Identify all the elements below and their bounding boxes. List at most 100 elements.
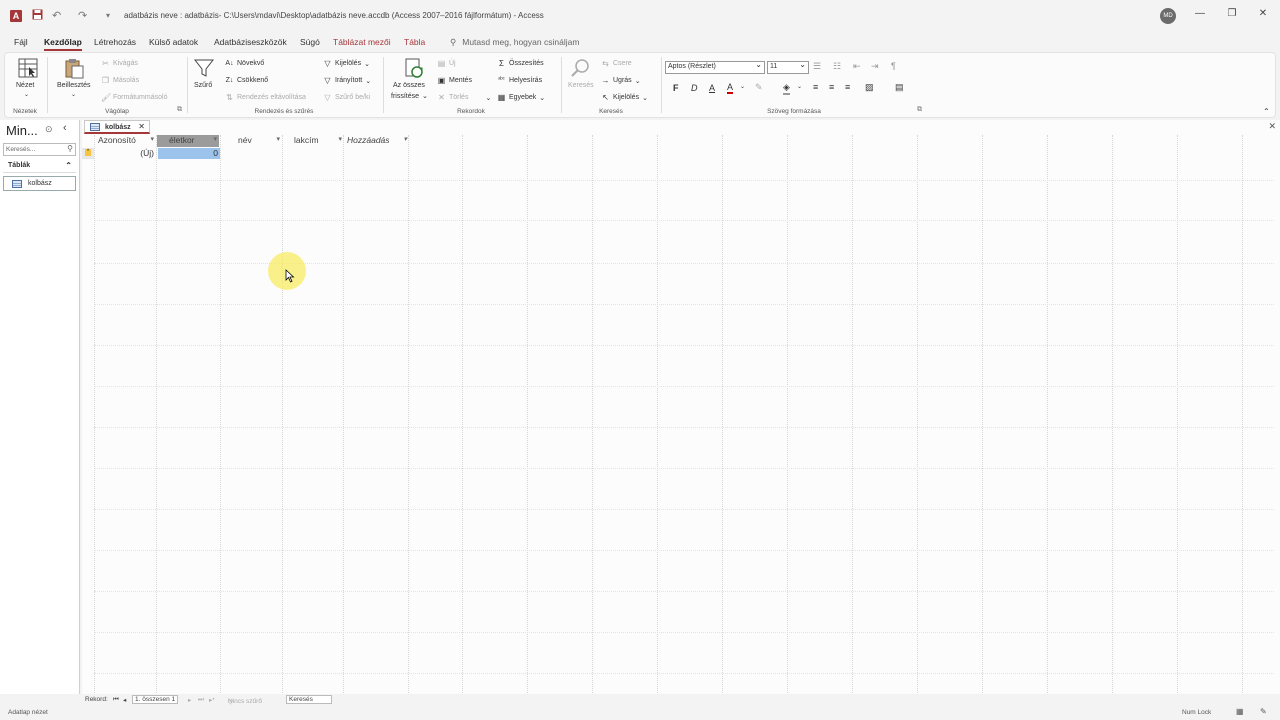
highlight-icon[interactable]: ✎: [755, 82, 763, 93]
tab-home[interactable]: Kezdőlap: [44, 37, 82, 51]
nav-menu-icon[interactable]: ⊙: [45, 124, 53, 135]
copy-button[interactable]: ❐ Másolás: [101, 76, 139, 85]
nav-pane-title[interactable]: Min...: [6, 123, 38, 138]
totals-button[interactable]: Σ Összesítés: [497, 59, 544, 68]
column-header-age[interactable]: életkor ▾: [157, 135, 219, 147]
paste-icon[interactable]: [63, 57, 85, 79]
chevron-up-icon[interactable]: ⌃: [65, 161, 72, 170]
align-right-icon[interactable]: ≡: [845, 82, 850, 92]
last-record-icon[interactable]: ⏭: [198, 696, 204, 704]
column-dropdown-icon[interactable]: ▾: [338, 135, 342, 143]
more-button[interactable]: ▦ Egyebek ⌄: [497, 93, 545, 102]
column-header-id[interactable]: Azonosító ▾: [98, 135, 156, 147]
cell-age-new[interactable]: 0: [158, 148, 220, 159]
collapse-ribbon-icon[interactable]: ⌃: [1263, 107, 1270, 116]
text-formatting-launcher-icon[interactable]: ⧉: [917, 106, 922, 114]
font-color-icon[interactable]: A: [727, 82, 734, 94]
select-button[interactable]: ↖ Kijelölés ⌄: [601, 93, 648, 102]
refresh-all-button[interactable]: frissítése ⌄: [391, 92, 428, 101]
tab-help[interactable]: Súgó: [300, 37, 320, 47]
paste-button[interactable]: Beillesztés: [57, 82, 90, 89]
refresh-all-line1[interactable]: Az összes: [393, 82, 425, 89]
column-dropdown-icon[interactable]: ▾: [403, 135, 407, 143]
chevron-down-icon[interactable]: ⌄: [740, 83, 745, 90]
decrease-indent-icon[interactable]: ⇤: [853, 61, 861, 72]
font-size-select[interactable]: 11: [767, 60, 809, 74]
nav-section-tables[interactable]: Táblák ⌃: [3, 161, 76, 173]
customize-qat-icon[interactable]: ▾: [106, 11, 110, 20]
previous-record-icon[interactable]: ◂: [123, 696, 126, 704]
italic-button[interactable]: D: [691, 83, 698, 93]
close-tab-icon[interactable]: ✕: [138, 122, 145, 131]
numbering-icon[interactable]: ☷: [833, 61, 841, 72]
cut-button[interactable]: ✂ Kivágás: [101, 59, 138, 68]
save-record-button[interactable]: ▣ Mentés: [437, 76, 472, 85]
shutter-bar-close-icon[interactable]: ‹: [63, 122, 67, 134]
tab-external-data[interactable]: Külső adatok: [149, 37, 198, 47]
view-icon[interactable]: [17, 57, 39, 79]
save-icon[interactable]: [32, 9, 43, 23]
background-color-icon[interactable]: ◈: [783, 82, 790, 95]
paragraph-direction-icon[interactable]: ¶: [891, 61, 896, 71]
replace-button[interactable]: ⇆ Csere: [601, 59, 632, 68]
align-left-icon[interactable]: ≡: [813, 82, 818, 92]
view-button[interactable]: Nézet: [16, 82, 34, 89]
align-center-icon[interactable]: ≡: [829, 82, 834, 92]
nav-item-table[interactable]: kolbász: [3, 176, 76, 191]
view-dropdown-icon[interactable]: ⌄: [24, 91, 29, 98]
bold-button[interactable]: F: [673, 83, 679, 93]
first-record-icon[interactable]: ⏮: [113, 696, 119, 704]
toggle-filter-button[interactable]: ▽ Szűrő be/ki: [323, 93, 370, 102]
remove-sort-button[interactable]: ⇅ Rendezés eltávolítása: [225, 93, 306, 102]
current-record-field[interactable]: 1. összesen 1: [132, 695, 179, 704]
selection-button[interactable]: ▽ Kijelölés ⌄: [323, 59, 370, 68]
column-header-address[interactable]: lakcím ▾: [282, 135, 344, 147]
nav-search-input[interactable]: Keresés... ⚲: [3, 143, 76, 156]
gridlines-icon[interactable]: ▨: [865, 82, 874, 93]
tab-table[interactable]: Tábla: [404, 37, 425, 47]
find-button[interactable]: Keresés: [568, 82, 594, 89]
alternate-row-color-icon[interactable]: ▤: [895, 82, 904, 93]
column-header-add-field[interactable]: Hozzáadás ▾: [345, 135, 409, 147]
format-painter-button[interactable]: 🖌 Formátummásoló: [101, 93, 167, 102]
next-record-icon[interactable]: ▸: [188, 696, 191, 704]
user-avatar[interactable]: MD: [1160, 8, 1176, 24]
spelling-button[interactable]: ᵃᵇᶜ Helyesírás: [497, 76, 542, 85]
paste-dropdown-icon[interactable]: ⌄: [71, 91, 76, 98]
chevron-down-icon[interactable]: ⌄: [797, 83, 802, 90]
close-icon[interactable]: ✕: [1255, 8, 1271, 19]
bullets-icon[interactable]: ☰: [813, 61, 821, 72]
cell-id-new[interactable]: (Új): [96, 148, 156, 159]
delete-record-button[interactable]: ✕ Törlés ⌄: [437, 93, 491, 102]
design-view-icon[interactable]: ✎: [1260, 707, 1267, 716]
font-family-select[interactable]: Aptos (Részlet): [665, 60, 765, 74]
column-dropdown-icon[interactable]: ▾: [213, 135, 217, 143]
tab-create[interactable]: Létrehozás: [94, 37, 136, 47]
descending-button[interactable]: Z↓ Csökkenő: [225, 76, 269, 85]
tab-file[interactable]: Fájl: [14, 37, 28, 47]
redo-icon[interactable]: ↷: [78, 9, 87, 22]
undo-icon[interactable]: ↶: [52, 9, 61, 22]
close-document-icon[interactable]: ✕: [1268, 121, 1276, 132]
goto-button[interactable]: → Ugrás ⌄: [601, 76, 641, 85]
ascending-button[interactable]: A↓ Növekvő: [225, 59, 264, 68]
tab-table-fields[interactable]: Táblázat mezői: [333, 37, 391, 47]
increase-indent-icon[interactable]: ⇥: [871, 61, 879, 72]
new-record-nav-icon[interactable]: ▸*: [209, 696, 215, 704]
filter-button[interactable]: Szűrő: [194, 82, 212, 89]
record-selector[interactable]: *: [82, 148, 94, 159]
refresh-all-icon[interactable]: [403, 57, 425, 79]
tell-me-search[interactable]: ⚲ Mutasd meg, hogyan csináljam: [450, 37, 579, 48]
search-icon[interactable]: ⚲: [67, 144, 73, 153]
clipboard-launcher-icon[interactable]: ⧉: [177, 106, 182, 114]
find-icon[interactable]: [569, 57, 591, 79]
minimize-icon[interactable]: —: [1192, 8, 1208, 19]
column-dropdown-icon[interactable]: ▾: [276, 135, 280, 143]
datasheet-view-icon[interactable]: ▦: [1236, 707, 1244, 716]
tab-database-tools[interactable]: Adatbáziseszközök: [214, 37, 287, 47]
column-header-name[interactable]: név ▾: [220, 135, 282, 147]
new-record-button[interactable]: ▤ Új: [437, 59, 456, 68]
underline-button[interactable]: A: [709, 83, 715, 93]
advanced-button[interactable]: ▽ Irányított ⌄: [323, 76, 371, 85]
filter-icon[interactable]: [193, 57, 215, 79]
